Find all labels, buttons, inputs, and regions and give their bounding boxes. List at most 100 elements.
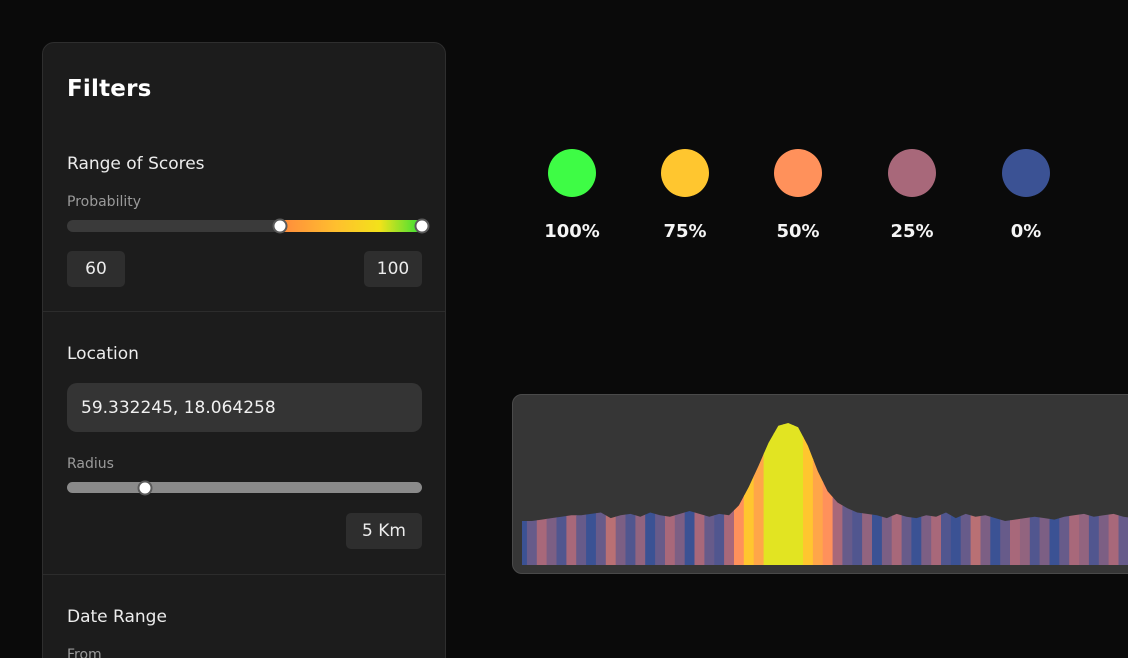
distribution-band [645, 423, 656, 565]
distribution-plot [522, 423, 1128, 565]
yellow-dot-icon [661, 149, 709, 197]
legend-item-100: 100% [527, 149, 617, 242]
distribution-band [881, 423, 893, 565]
distribution-band [803, 423, 814, 565]
distribution-band [763, 423, 775, 565]
radius-thumb[interactable] [137, 480, 153, 495]
distribution-band [852, 423, 863, 565]
distribution-band [990, 423, 1001, 565]
legend-label: 0% [1010, 221, 1042, 242]
legend-label: 100% [544, 221, 600, 242]
distribution-band [576, 423, 587, 565]
legend-item-50: 50% [753, 149, 843, 242]
distribution-band [842, 423, 853, 565]
distribution-band [1098, 423, 1110, 565]
distribution-band [546, 423, 558, 565]
probability-min-thumb[interactable] [272, 218, 288, 234]
distribution-band [556, 423, 567, 565]
distribution-band [734, 423, 745, 565]
distribution-band [625, 423, 636, 565]
probability-min-value[interactable]: 60 [67, 251, 125, 287]
distribution-band [960, 423, 972, 565]
probability-label: Probability [67, 194, 142, 210]
panel-title: Filters [67, 76, 152, 102]
distribution-band [694, 423, 705, 565]
distribution-band [536, 423, 548, 565]
probability-max-value[interactable]: 100 [364, 251, 422, 287]
distribution-band [832, 423, 844, 565]
distribution-band [1059, 423, 1070, 565]
distribution-band [1079, 423, 1090, 565]
orange-dot-icon [774, 149, 822, 197]
probability-range-slider[interactable] [67, 218, 430, 234]
distribution-band [526, 423, 538, 565]
distribution-band [704, 423, 715, 565]
distribution-band [901, 423, 913, 565]
legend-item-0: 0% [981, 149, 1071, 242]
page: Filters Range of Scores Probability 60 1… [0, 0, 1128, 658]
legend-label: 75% [663, 221, 707, 242]
legend-item-75: 75% [640, 149, 730, 242]
distribution-band [872, 423, 883, 565]
radius-label: Radius [67, 456, 114, 472]
distribution-band [714, 423, 725, 565]
location-section-title: Location [67, 344, 139, 364]
distribution-band [931, 423, 942, 565]
distribution-band [822, 423, 834, 565]
distribution-band [773, 423, 784, 565]
scores-section-title: Range of Scores [67, 154, 205, 174]
radius-slider[interactable] [67, 480, 422, 495]
distribution-band [980, 423, 991, 565]
distribution-band [586, 423, 597, 565]
distribution-band [862, 423, 873, 565]
distribution-band [1108, 423, 1120, 565]
distribution-band [743, 423, 755, 565]
from-label: From [67, 647, 102, 658]
distribution-band [724, 423, 735, 565]
probability-max-thumb[interactable] [414, 218, 430, 234]
probability-range-fill [280, 220, 422, 232]
distribution-band [941, 423, 952, 565]
distribution-band [635, 423, 646, 565]
distribution-band [674, 423, 686, 565]
blue-dot-icon [1002, 149, 1050, 197]
distribution-band [1088, 423, 1100, 565]
filters-panel: Filters Range of Scores Probability 60 1… [42, 42, 446, 658]
distribution-band [970, 423, 982, 565]
distribution-band [1029, 423, 1041, 565]
distribution-band [911, 423, 922, 565]
distribution-band [1069, 423, 1080, 565]
distribution-band [1010, 423, 1021, 565]
section-divider [43, 311, 445, 312]
distribution-band [950, 423, 962, 565]
legend-item-25: 25% [867, 149, 957, 242]
distribution-band [665, 423, 676, 565]
section-divider [43, 574, 445, 575]
distribution-band [1039, 423, 1051, 565]
mauve-dot-icon [888, 149, 936, 197]
distribution-band [783, 423, 794, 565]
distribution-band [655, 423, 666, 565]
distribution-band [605, 423, 617, 565]
distribution-band [812, 423, 824, 565]
legend-label: 25% [890, 221, 934, 242]
date-range-section-title: Date Range [67, 607, 167, 627]
distribution-band [793, 423, 804, 565]
distribution-band [1000, 423, 1011, 565]
distribution-band [566, 423, 577, 565]
radius-value[interactable]: 5 Km [346, 513, 422, 549]
distribution-band [522, 423, 528, 565]
green-dot-icon [548, 149, 596, 197]
coordinates-input[interactable] [67, 383, 422, 432]
distribution-band [595, 423, 607, 565]
distribution-band [684, 423, 696, 565]
distribution-band [753, 423, 765, 565]
legend-label: 50% [776, 221, 820, 242]
score-distribution-chart [512, 394, 1128, 574]
distribution-band [1049, 423, 1060, 565]
distribution-band [1019, 423, 1031, 565]
distribution-band [921, 423, 932, 565]
distribution-band [891, 423, 903, 565]
distribution-band [1118, 423, 1128, 565]
distribution-band [615, 423, 627, 565]
